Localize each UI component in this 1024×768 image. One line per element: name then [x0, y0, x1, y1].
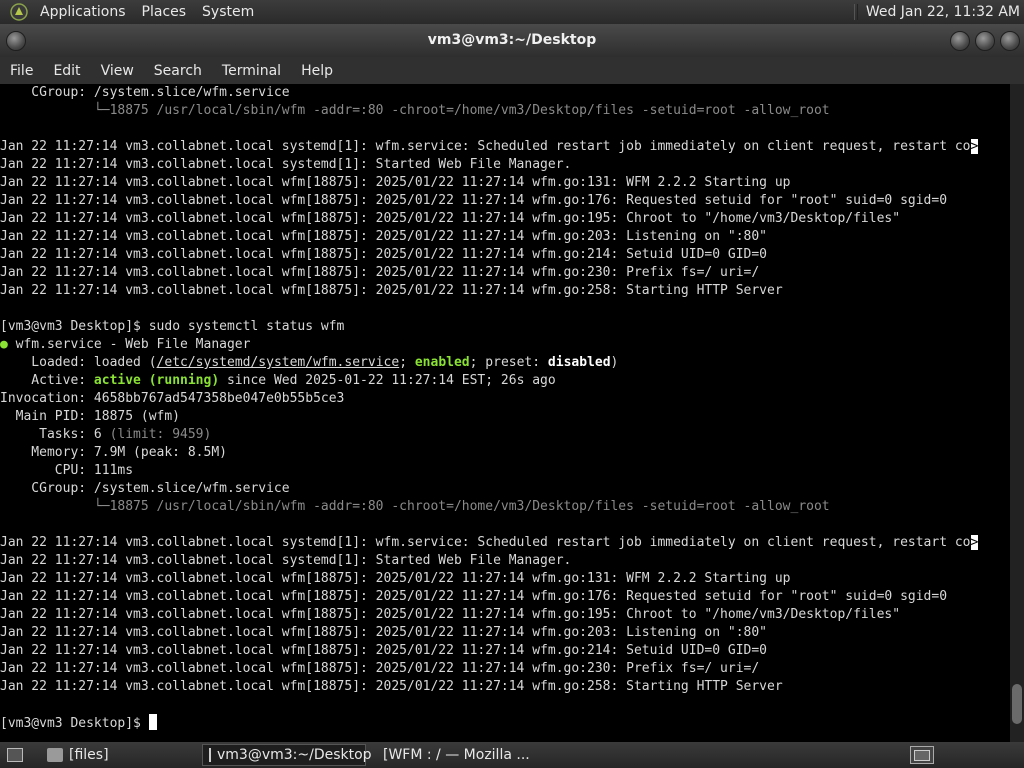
process-line: └─18875 /usr/local/sbin/wfm -addr=:80 -c… [0, 499, 830, 514]
current-prompt-line[interactable]: [vm3@vm3 Desktop]$ [0, 714, 1010, 732]
show-desktop-icon [7, 748, 23, 762]
maximize-button[interactable] [975, 31, 995, 51]
show-desktop-button[interactable] [0, 744, 36, 766]
active-state: active (running) [93, 373, 220, 388]
log-line: Jan 22 11:27:14 vm3.collabnet.local wfm[… [0, 229, 768, 244]
active-line: Active: active (running) since Wed 2025-… [0, 373, 556, 388]
cgroup-line: CGroup: /system.slice/wfm.service [0, 85, 290, 100]
text-cursor [148, 714, 157, 730]
preset-state: disabled [547, 355, 611, 370]
log-line: Jan 22 11:27:14 vm3.collabnet.local wfm[… [0, 607, 901, 622]
close-button[interactable] [1000, 31, 1020, 51]
bottom-panel: [files] vm3@vm3:~/Desktop [WFM : / — Moz… [0, 742, 1024, 768]
distro-logo-icon[interactable] [10, 3, 28, 21]
status-dot-icon: ● [0, 337, 8, 352]
shell-prompt: [vm3@vm3 Desktop]$ [0, 319, 149, 334]
process-line: └─18875 /usr/local/sbin/wfm -addr=:80 -c… [0, 103, 830, 118]
window-menu-button[interactable] [6, 31, 26, 51]
terminal-icon [209, 748, 211, 762]
workspace-1[interactable] [914, 750, 930, 761]
cpu-line: CPU: 111ms [0, 463, 134, 478]
shell-prompt: [vm3@vm3 Desktop]$ [0, 716, 149, 731]
menu-edit[interactable]: Edit [43, 63, 90, 79]
enabled-state: enabled [414, 355, 470, 370]
minimize-button[interactable] [950, 31, 970, 51]
taskbar-item-terminal[interactable]: vm3@vm3:~/Desktop [202, 744, 372, 766]
folder-icon [47, 748, 63, 762]
scrollbar-thumb[interactable] [1012, 684, 1022, 724]
log-line: Jan 22 11:27:14 vm3.collabnet.local wfm[… [0, 247, 768, 262]
command-line: [vm3@vm3 Desktop]$ sudo systemctl status… [0, 318, 1010, 336]
system-menu[interactable]: System [194, 4, 262, 20]
menu-file[interactable]: File [0, 63, 43, 79]
terminal-menubar: File Edit View Search Terminal Help [0, 57, 1024, 85]
menu-search[interactable]: Search [144, 63, 212, 79]
shell-command: sudo systemctl status wfm [148, 319, 345, 334]
taskbar-item-firefox[interactable]: [WFM : / — Mozilla ... [370, 744, 536, 766]
log-line: Jan 22 11:27:14 vm3.collabnet.local wfm[… [0, 193, 948, 208]
log-line: Jan 22 11:27:14 vm3.collabnet.local wfm[… [0, 625, 768, 640]
menu-help[interactable]: Help [291, 63, 343, 79]
cgroup-line: CGroup: /system.slice/wfm.service [0, 481, 290, 496]
log-line: Jan 22 11:27:14 vm3.collabnet.local wfm[… [0, 679, 783, 694]
panel-separator [853, 4, 858, 20]
log-line: Jan 22 11:27:14 vm3.collabnet.local syst… [0, 535, 979, 550]
tasks-line: Tasks: 6 (limit: 9459) [0, 427, 212, 442]
log-line: Jan 22 11:27:14 vm3.collabnet.local wfm[… [0, 643, 768, 658]
menu-view[interactable]: View [91, 63, 144, 79]
log-line: Jan 22 11:27:14 vm3.collabnet.local syst… [0, 553, 572, 568]
taskbar-item-files[interactable]: [files] [40, 744, 198, 766]
terminal-scrollbar[interactable] [1010, 84, 1024, 742]
truncation-marker: > [970, 139, 979, 154]
log-line: Jan 22 11:27:14 vm3.collabnet.local wfm[… [0, 283, 783, 298]
window-title: vm3@vm3:~/Desktop [427, 32, 597, 48]
workspace-switcher[interactable] [910, 746, 934, 764]
loaded-line: Loaded: loaded (/etc/systemd/system/wfm.… [0, 355, 619, 370]
log-line: Jan 22 11:27:14 vm3.collabnet.local wfm[… [0, 265, 760, 280]
top-panel: Applications Places System Wed Jan 22, 1… [0, 0, 1024, 24]
log-line: Jan 22 11:27:14 vm3.collabnet.local wfm[… [0, 571, 791, 586]
window-titlebar[interactable]: vm3@vm3:~/Desktop [0, 24, 1024, 57]
applications-menu[interactable]: Applications [32, 4, 134, 20]
log-line: Jan 22 11:27:14 vm3.collabnet.local wfm[… [0, 175, 791, 190]
log-line: Jan 22 11:27:14 vm3.collabnet.local wfm[… [0, 211, 901, 226]
log-line: Jan 22 11:27:14 vm3.collabnet.local syst… [0, 139, 979, 154]
log-line: Jan 22 11:27:14 vm3.collabnet.local syst… [0, 157, 572, 172]
places-menu[interactable]: Places [134, 4, 195, 20]
truncation-marker: > [970, 535, 979, 550]
terminal-output[interactable]: CGroup: /system.slice/wfm.service └─1887… [0, 84, 1010, 742]
unit-line: ● wfm.service - Web File Manager [0, 337, 251, 352]
unit-file-path[interactable]: /etc/systemd/system/wfm.service [157, 355, 400, 370]
main-pid-line: Main PID: 18875 (wfm) [0, 409, 181, 424]
invocation-line: Invocation: 4658bb767ad547358be047e0b55b… [0, 391, 345, 406]
log-line: Jan 22 11:27:14 vm3.collabnet.local wfm[… [0, 661, 760, 676]
terminal-text: CGroup: /system.slice/wfm.service └─1887… [0, 84, 1010, 732]
log-line: Jan 22 11:27:14 vm3.collabnet.local wfm[… [0, 589, 948, 604]
menu-terminal[interactable]: Terminal [212, 63, 291, 79]
clock[interactable]: Wed Jan 22, 11:32 AM [866, 4, 1024, 20]
memory-line: Memory: 7.9M (peak: 8.5M) [0, 445, 227, 460]
